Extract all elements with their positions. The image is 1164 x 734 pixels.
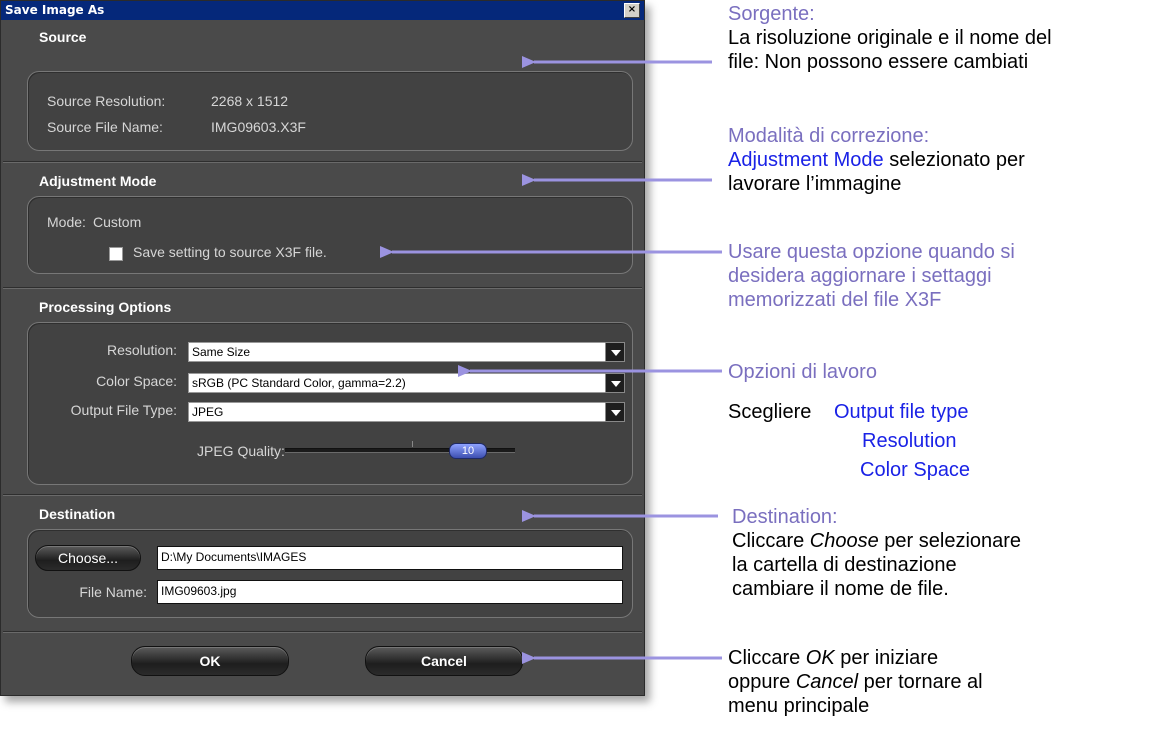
note-processing-option2: Resolution — [862, 430, 957, 452]
note-buttons-line1: Cliccare OK per iniziare — [728, 646, 938, 670]
note-destination-line3: cambiare il nome de file. — [732, 578, 949, 600]
note-adjustment-heading: Modalità di correzione: — [728, 125, 930, 147]
note-processing-option1: Output file type — [834, 401, 969, 423]
note-destination-em: Choose — [809, 530, 879, 552]
note-source-line2: file: Non possono essere cambiati — [728, 51, 1029, 73]
note-buttons-post2: per tornare al — [858, 671, 983, 693]
note-destination-post: per selezionare — [878, 530, 1022, 552]
note-destination-line2: la cartella di destinazione — [732, 554, 957, 576]
note-adjustment-rest: selezionato per — [883, 149, 1025, 171]
note-buttons-pre1: Cliccare — [728, 647, 806, 669]
note-buttons-line2: oppure Cancel per tornare al — [728, 670, 983, 694]
note-buttons-em2: Cancel — [795, 671, 859, 693]
note-processing-heading: Opzioni di lavoro — [728, 361, 877, 383]
note-buttons-post1: per iniziare — [834, 647, 939, 669]
note-adjustment-link: Adjustment Mode — [728, 149, 884, 171]
note-adjustment-line1: Adjustment Mode selezionato per — [728, 148, 1025, 172]
annotation-arrows — [380, 56, 722, 664]
note-checkbox-line1: Usare questa opzione quando si — [728, 241, 1015, 263]
note-destination-pre: Cliccare — [732, 530, 810, 552]
note-processing-option3: Color Space — [860, 459, 971, 481]
note-source-heading: Sorgente: — [728, 3, 815, 25]
note-source-line1: La risoluzione originale e il nome del — [728, 27, 1052, 49]
note-buttons-pre2: oppure — [728, 671, 796, 693]
note-adjustment-line2: lavorare l’immagine — [728, 173, 902, 195]
note-buttons-line3: menu principale — [728, 695, 870, 717]
note-destination-heading: Destination: — [732, 506, 838, 528]
note-checkbox-line2: desidera aggiornare i settaggi — [728, 265, 992, 287]
note-checkbox-line3: memorizzati del file X3F — [728, 289, 942, 311]
note-processing-choose: Scegliere — [728, 401, 812, 423]
note-destination-line1: Cliccare Choose per selezionare — [732, 529, 1021, 553]
note-buttons-em1: OK — [805, 647, 835, 669]
